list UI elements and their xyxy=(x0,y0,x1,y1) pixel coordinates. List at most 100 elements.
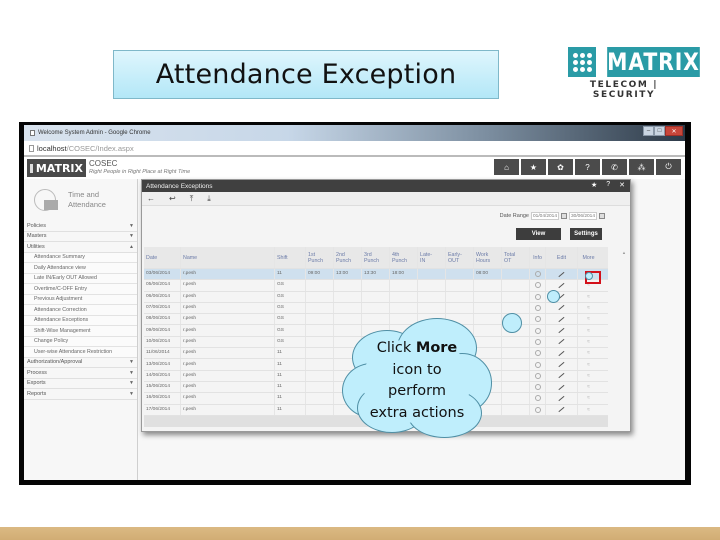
sidebar-subitem[interactable]: Attendance Summary xyxy=(24,252,137,263)
maximize-button[interactable]: □ xyxy=(654,126,665,136)
edit-pencil-icon[interactable] xyxy=(558,406,565,413)
sidebar-subitem[interactable]: Attendance Exceptions xyxy=(24,315,137,326)
info-icon[interactable] xyxy=(534,316,541,323)
edit-pencil-icon[interactable] xyxy=(558,350,565,356)
back-icon[interactable]: ← xyxy=(147,194,155,203)
download-icon[interactable]: ⤓ xyxy=(207,194,211,204)
column-header[interactable]: 2nd Punch xyxy=(334,247,362,268)
settings-button[interactable]: Settings xyxy=(570,228,602,240)
cell-p1 xyxy=(306,302,334,314)
sidebar-subitem[interactable]: Daily Attendance view xyxy=(24,263,137,274)
table-row[interactable]: 07/06/2014 r.pesh GS ≈ xyxy=(144,302,608,315)
org-icon[interactable]: ⁂ xyxy=(629,159,654,175)
calendar-icon[interactable] xyxy=(561,213,567,219)
sidebar-menu-item[interactable]: Utilities ▲ xyxy=(24,242,137,253)
date-from-input[interactable]: 01/04/2014 xyxy=(531,212,559,220)
table-row[interactable]: 03/06/2014 r.pesh 11 09:00 13:00 13:30 18:00 08… xyxy=(144,269,608,281)
sidebar-subitem[interactable]: Overtime/C-OFF Entry xyxy=(24,284,137,295)
column-header[interactable]: Info xyxy=(530,247,546,268)
more-icon[interactable]: ≈ xyxy=(587,339,590,345)
sidebar-subitem[interactable]: Late IN/Early OUT Allowed xyxy=(24,273,137,284)
info-icon[interactable] xyxy=(534,293,541,300)
power-icon[interactable]: ⏻ xyxy=(656,159,681,175)
sidebar-menu-item[interactable]: Masters ▼ xyxy=(24,232,137,242)
sidebar-menu-item[interactable]: Authorization/Approval ▼ xyxy=(24,358,137,368)
close-window-button[interactable]: ✕ xyxy=(665,126,683,136)
column-header[interactable]: Early- OUT xyxy=(446,247,474,268)
sidebar-menu-item[interactable]: Policies ▼ xyxy=(24,221,137,232)
close-icon[interactable]: ✕ xyxy=(619,181,625,189)
view-button[interactable]: View xyxy=(516,228,561,240)
minimize-button[interactable]: – xyxy=(643,126,654,136)
more-icon[interactable]: ≈ xyxy=(587,373,590,379)
column-header[interactable]: 4th Punch xyxy=(390,247,418,268)
gear-icon[interactable]: ✿ xyxy=(548,159,573,175)
edit-pencil-icon[interactable] xyxy=(558,395,565,402)
sidebar-subitem[interactable]: Attendance Correction xyxy=(24,305,137,316)
table-row[interactable]: 06/06/2014 r.pesh GS ≈ xyxy=(144,291,608,303)
column-header[interactable]: Date xyxy=(144,247,181,268)
edit-pencil-icon[interactable] xyxy=(558,327,565,334)
column-header[interactable]: Edit xyxy=(546,247,578,268)
module-time-attendance[interactable]: Time and Attendance xyxy=(24,179,137,221)
info-icon[interactable] xyxy=(534,384,541,391)
more-icon[interactable]: ≈ xyxy=(587,305,590,311)
edit-pencil-icon[interactable] xyxy=(558,361,565,368)
info-icon[interactable] xyxy=(534,395,541,402)
info-icon[interactable] xyxy=(534,282,541,289)
edit-pencil-icon[interactable] xyxy=(558,282,565,289)
calendar-icon[interactable] xyxy=(599,213,605,219)
edit-pencil-icon[interactable] xyxy=(558,271,565,277)
more-icon[interactable]: ≈ xyxy=(587,350,590,356)
info-icon[interactable] xyxy=(534,372,541,379)
column-header[interactable]: More xyxy=(578,247,599,268)
favorite-icon[interactable]: ★ xyxy=(591,181,597,189)
phone-icon[interactable]: ✆ xyxy=(602,159,627,175)
info-icon[interactable] xyxy=(534,327,541,334)
help-icon[interactable]: ? xyxy=(575,159,600,175)
column-header[interactable]: Total OT xyxy=(502,247,530,268)
star-icon[interactable]: ★ xyxy=(521,159,546,175)
undo-icon[interactable]: ↩ xyxy=(169,194,176,203)
more-icon[interactable]: ≈ xyxy=(587,407,590,413)
sidebar-subitem[interactable]: Shift-Wise Management xyxy=(24,326,137,337)
column-header[interactable]: Shift xyxy=(275,247,306,268)
sidebar-menu-item[interactable]: Reports ▼ xyxy=(24,389,137,400)
home-icon[interactable]: ⌂ xyxy=(494,159,519,175)
sidebar-subitem[interactable]: Previous Adjustment xyxy=(24,294,137,305)
upload-icon[interactable]: ⤒ xyxy=(190,194,194,204)
scrollbar-up-arrow[interactable]: ▲ xyxy=(622,250,626,255)
cell-date: 08/06/2014 xyxy=(144,314,181,325)
column-header[interactable]: Late- IN xyxy=(418,247,446,268)
more-icon[interactable]: ≈ xyxy=(587,384,590,390)
column-header[interactable]: 1st Punch xyxy=(306,247,334,268)
address-bar[interactable]: localhost/COSEC/Index.aspx xyxy=(24,141,685,157)
info-icon[interactable] xyxy=(534,305,541,312)
table-row[interactable]: 05/06/2014 r.pesh GS ≈ xyxy=(144,280,608,292)
more-icon[interactable]: ≈ xyxy=(587,294,590,300)
info-icon[interactable] xyxy=(534,361,541,368)
more-icon[interactable]: ≈ xyxy=(587,316,590,322)
sidebar-menu-item[interactable]: Exports ▼ xyxy=(24,379,137,389)
sidebar-subitem[interactable]: User-wise Attendance Restriction xyxy=(24,347,137,358)
column-header[interactable]: Name xyxy=(181,247,275,268)
sidebar-subitem[interactable]: Change Policy xyxy=(24,336,137,347)
date-to-input[interactable]: 30/06/2014 xyxy=(569,212,597,220)
edit-pencil-icon[interactable] xyxy=(558,339,565,345)
edit-pencil-icon[interactable] xyxy=(558,373,565,379)
column-header[interactable]: 3rd Punch xyxy=(362,247,390,268)
info-icon[interactable] xyxy=(534,406,541,413)
column-header[interactable]: Work Hours xyxy=(474,247,502,268)
more-icon[interactable]: ≈ xyxy=(587,395,590,401)
info-icon[interactable] xyxy=(534,350,541,357)
sidebar-menu-item[interactable]: Process ▼ xyxy=(24,368,137,379)
edit-pencil-icon[interactable] xyxy=(558,384,565,390)
edit-pencil-icon[interactable] xyxy=(558,316,565,323)
info-icon[interactable] xyxy=(534,338,541,345)
info-icon[interactable] xyxy=(534,271,541,278)
help-icon[interactable]: ? xyxy=(606,181,610,189)
more-icon[interactable]: ≈ xyxy=(587,328,590,334)
cell-p1 xyxy=(306,336,334,348)
more-icon[interactable]: ≈ xyxy=(587,362,590,368)
edit-pencil-icon[interactable] xyxy=(558,305,565,311)
